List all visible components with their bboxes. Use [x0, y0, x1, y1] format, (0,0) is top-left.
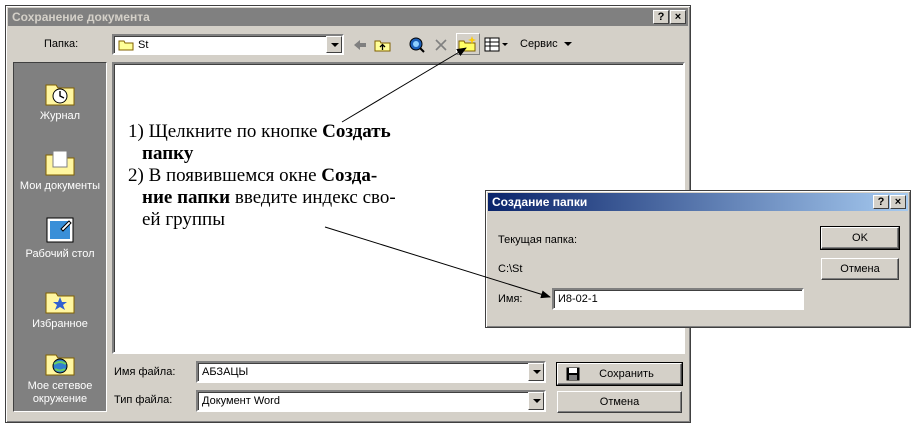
- ok-button[interactable]: OK: [820, 226, 900, 250]
- folder-label: Папка:: [44, 38, 79, 50]
- floppy-disk-icon: [566, 367, 580, 381]
- current-folder-path: C:\St: [498, 263, 523, 275]
- chevron-down-icon: [563, 42, 572, 46]
- cancel-button[interactable]: Отмена: [821, 258, 899, 280]
- folder-combo[interactable]: St: [112, 34, 344, 55]
- filename-field[interactable]: АБЗАЦЫ: [196, 361, 546, 383]
- up-folder-icon[interactable]: [374, 37, 392, 52]
- cancel-button[interactable]: Отмена: [557, 391, 682, 413]
- my-documents-icon: [45, 150, 75, 176]
- places-bar: Журнал Мои документы Рабочий стол Избран…: [13, 62, 107, 412]
- close-button[interactable]: ×: [890, 195, 906, 209]
- history-icon: [45, 84, 75, 106]
- name-label: Имя:: [498, 293, 523, 305]
- new-folder-titlebar: Создание папки ? ×: [488, 193, 908, 211]
- instruction-text: 1) Щелкните по кнопке Создать папку 2) В…: [128, 121, 396, 230]
- folder-icon: [118, 40, 134, 51]
- filetype-dropdown-arrow[interactable]: [528, 392, 544, 410]
- save-dialog-title: Сохранение документа: [12, 10, 150, 24]
- close-button[interactable]: ×: [670, 10, 686, 24]
- web-search-icon[interactable]: [408, 36, 426, 54]
- place-desktop[interactable]: Рабочий стол: [14, 215, 106, 261]
- new-folder-title: Создание папки: [492, 195, 588, 209]
- back-icon[interactable]: [352, 38, 368, 52]
- service-menu[interactable]: Сервис: [520, 38, 572, 50]
- help-button[interactable]: ?: [873, 195, 889, 209]
- filename-label: Имя файла:: [114, 366, 176, 378]
- save-dialog-titlebar: Сохранение документа ? ×: [8, 8, 688, 26]
- folder-value: St: [138, 39, 149, 51]
- filetype-label: Тип файла:: [114, 394, 173, 406]
- service-label: Сервис: [520, 38, 558, 50]
- current-folder-label: Текущая папка:: [498, 234, 578, 246]
- save-button[interactable]: Сохранить: [556, 362, 683, 386]
- new-folder-dialog: Создание папки ? × Текущая папка: C:\St …: [485, 190, 911, 328]
- folder-dropdown-arrow[interactable]: [326, 36, 342, 53]
- place-favorites[interactable]: Избранное: [14, 285, 106, 331]
- create-folder-button[interactable]: [456, 33, 480, 55]
- help-button[interactable]: ?: [653, 10, 669, 24]
- filetype-combo[interactable]: Документ Word: [196, 390, 546, 412]
- views-icon[interactable]: [484, 37, 510, 53]
- desktop-icon: [46, 217, 74, 243]
- folder-name-input[interactable]: И8-02-1: [552, 288, 804, 310]
- delete-icon[interactable]: [434, 38, 448, 52]
- place-history[interactable]: Журнал: [14, 77, 106, 123]
- filename-dropdown-arrow[interactable]: [528, 363, 544, 381]
- new-folder-icon: [458, 36, 476, 52]
- place-my-documents[interactable]: Мои документы: [14, 147, 106, 193]
- place-network[interactable]: Мое сетевое окружение: [14, 347, 106, 406]
- network-icon: [45, 354, 75, 376]
- favorites-icon: [45, 292, 75, 314]
